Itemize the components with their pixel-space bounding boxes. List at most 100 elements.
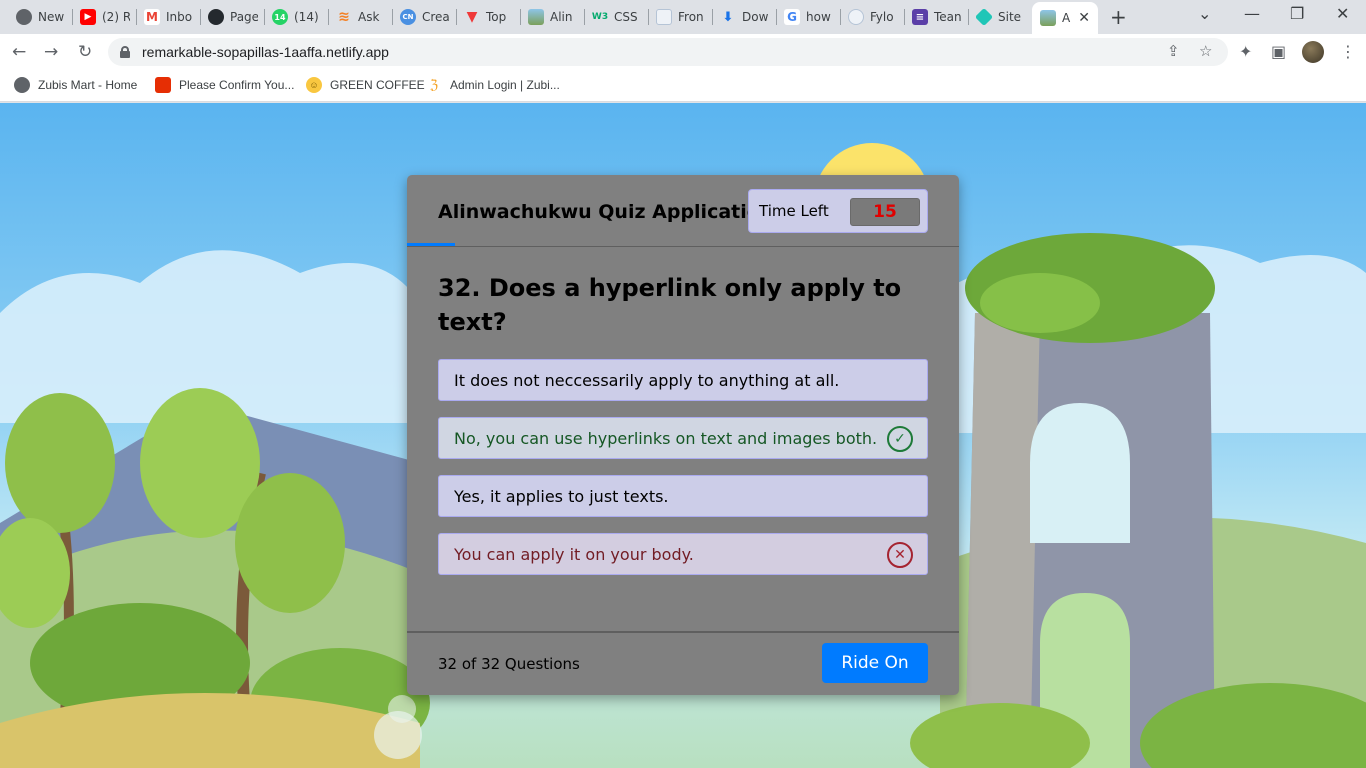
option-text: Yes, it applies to just texts. (454, 486, 669, 506)
question-counter: 32 of 32 Questions (438, 655, 580, 673)
check-icon: ✓ (887, 426, 913, 452)
tab-search-icon[interactable]: ⌄ (1198, 4, 1211, 23)
quiz-footer: 32 of 32 Questions Ride On (407, 631, 959, 695)
close-icon[interactable]: ✕ (1078, 10, 1090, 26)
tab-stackoverflow[interactable]: ≋ Ask (336, 6, 384, 28)
option-4[interactable]: You can apply it on your body. ✕ (438, 533, 928, 575)
tab-label: (14) (294, 10, 319, 24)
bookmark-please-confirm[interactable]: Please Confirm You... (155, 77, 294, 93)
question-text: 32. Does a hyperlink only apply to text? (438, 274, 902, 336)
lock-icon (120, 46, 130, 58)
bookmark-label: Zubis Mart - Home (38, 78, 138, 92)
address-url[interactable]: remarkable-sopapillas-1aaffa.netlify.app (142, 44, 389, 60)
tab-label: Crea (422, 10, 450, 24)
tab-label: A (1062, 11, 1071, 25)
tab-label: Fylo (870, 10, 894, 24)
aliexpress-icon (155, 77, 171, 93)
next-button[interactable]: Ride On (822, 643, 928, 683)
site-image-icon (1040, 10, 1056, 26)
w3schools-icon: W3 (592, 12, 609, 22)
gmail-icon: M (144, 9, 160, 25)
google-icon: G (784, 9, 800, 25)
tab-whatsapp[interactable]: 14 (14) (272, 6, 322, 28)
tab-label: Site (998, 10, 1022, 24)
tab-label: CSS (614, 10, 638, 24)
chrome-icon (16, 9, 32, 25)
bookmark-admin-login[interactable]: ℨ Admin Login | Zubi... (426, 77, 560, 93)
tab-gmail[interactable]: M Inbo (144, 6, 194, 28)
timer: Time Left 15 (748, 189, 928, 233)
timer-seconds: 15 (850, 198, 920, 226)
avatar[interactable] (1302, 41, 1324, 63)
bookmark-zubis-mart[interactable]: Zubis Mart - Home (14, 77, 137, 93)
tab-codenewbie[interactable]: CN Crea (400, 6, 450, 28)
tab-label: Dow (742, 10, 769, 24)
tab-alin[interactable]: Alin (528, 6, 576, 28)
tab-google[interactable]: G how (784, 6, 834, 28)
swirl-icon: ℨ (429, 77, 438, 92)
tab-label: Alin (550, 10, 573, 24)
option-text: No, you can use hyperlinks on text and i… (454, 428, 878, 448)
site-image-icon (528, 9, 544, 25)
tab-new[interactable]: New (16, 6, 68, 28)
tab-label: Inbo (166, 10, 193, 24)
tab-netlify[interactable]: Site (976, 6, 1028, 28)
side-panel-icon[interactable]: ▣ (1271, 42, 1286, 61)
forward-button[interactable]: → (44, 42, 58, 62)
github-icon (208, 9, 224, 25)
tab-w3schools[interactable]: W3 CSS (592, 6, 642, 28)
back-button[interactable]: ← (12, 42, 26, 62)
quiz-header: Alinwachukwu Quiz Application Time Left … (407, 175, 959, 247)
tab-download[interactable]: ⬇ Dow (720, 6, 770, 28)
bookmark-label: Admin Login | Zubi... (450, 78, 560, 92)
bookmark-label: GREEN COFFEE (330, 78, 425, 92)
tab-active[interactable]: A ✕ (1032, 2, 1098, 34)
restore-button[interactable]: ❐ (1290, 4, 1304, 23)
tab-label: Top (486, 10, 507, 24)
quiz-card: Alinwachukwu Quiz Application Time Left … (407, 175, 959, 695)
cross-icon: ✕ (887, 542, 913, 568)
quiz-body: 32. Does a hyperlink only apply to text?… (438, 271, 928, 591)
whatsapp-icon: 14 (272, 9, 288, 25)
option-3[interactable]: Yes, it applies to just texts. (438, 475, 928, 517)
minimize-button[interactable]: — (1244, 4, 1260, 23)
bookmark-label: Please Confirm You... (179, 78, 295, 92)
globe-icon (14, 77, 30, 93)
smiley-icon: ☺ (306, 77, 322, 93)
option-text: You can apply it on your body. (454, 544, 694, 564)
browser-toolbar: ← → ↻ remarkable-sopapillas-1aaffa.netli… (0, 34, 1366, 70)
tab-top[interactable]: ▼ Top (464, 6, 512, 28)
menu-icon[interactable]: ⋮ (1340, 42, 1356, 61)
tab-label: Fron (678, 10, 704, 24)
page-viewport: Alinwachukwu Quiz Application Time Left … (0, 103, 1366, 768)
option-1[interactable]: It does not neccessarily apply to anythi… (438, 359, 928, 401)
tab-frontend[interactable]: Fron (656, 6, 706, 28)
tab-fylo[interactable]: Fylo (848, 6, 898, 28)
option-list: It does not neccessarily apply to anythi… (438, 359, 928, 575)
bookmark-star-icon[interactable]: ☆ (1199, 42, 1212, 60)
new-tab-button[interactable]: + (1110, 6, 1127, 28)
bookmark-green-coffee[interactable]: ☺ GREEN COFFEE (306, 77, 425, 93)
tab-label: how (806, 10, 831, 24)
tab-youtube[interactable]: ▶ (2) R (80, 6, 130, 28)
option-text: It does not neccessarily apply to anythi… (454, 370, 840, 390)
time-progress-line (407, 243, 455, 246)
tab-label: Tean (934, 10, 962, 24)
reload-button[interactable]: ↻ (78, 42, 92, 62)
stackoverflow-icon: ≋ (338, 9, 350, 25)
vivaldi-icon: ▼ (466, 9, 478, 25)
option-2[interactable]: No, you can use hyperlinks on text and i… (438, 417, 928, 459)
tab-github[interactable]: Page (208, 6, 258, 28)
codenewbie-icon: CN (400, 9, 416, 25)
tab-label: New (38, 10, 65, 24)
window-close-button[interactable]: ✕ (1336, 4, 1349, 23)
frontend-icon (656, 9, 672, 25)
extensions-icon[interactable]: ✦ (1239, 42, 1252, 61)
address-bar[interactable]: remarkable-sopapillas-1aaffa.netlify.app (108, 38, 1228, 66)
tab-teams[interactable]: ≡ Tean (912, 6, 964, 28)
tab-strip: New ▶ (2) R M Inbo Page 14 (14) ≋ Ask CN… (0, 0, 1366, 34)
youtube-icon: ▶ (80, 9, 96, 25)
timer-label: Time Left (759, 202, 829, 220)
share-icon[interactable]: ⇪ (1167, 42, 1180, 60)
download-icon: ⬇ (722, 9, 734, 25)
